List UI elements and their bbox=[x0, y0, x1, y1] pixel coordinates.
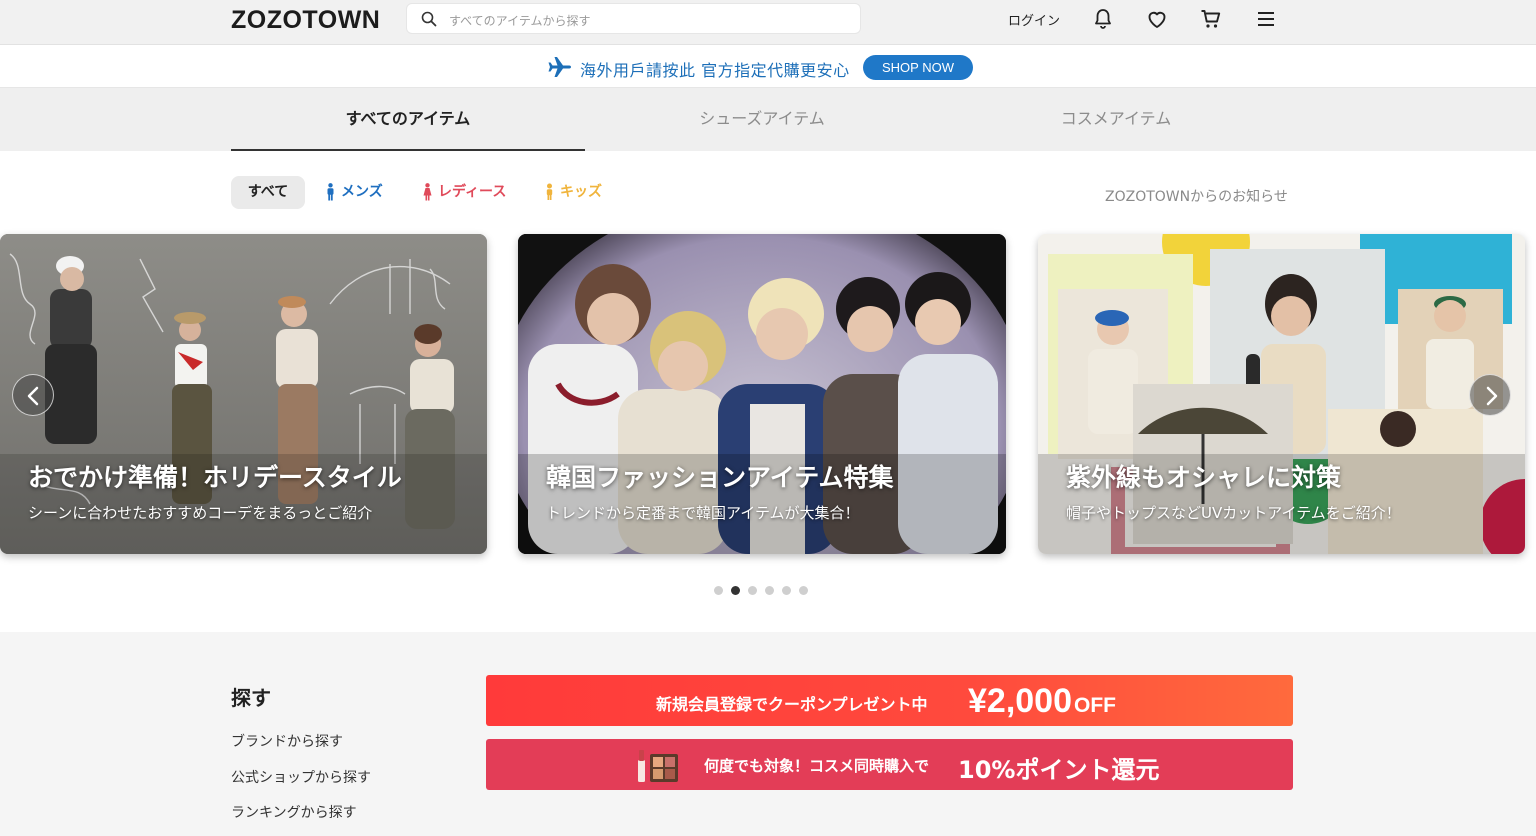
find-by-ranking-link[interactable]: ランキングから探す bbox=[231, 802, 357, 822]
carousel-dot-6[interactable] bbox=[799, 586, 808, 595]
cosmetics-icon bbox=[638, 750, 678, 782]
cart-icon[interactable] bbox=[1199, 7, 1223, 31]
heart-icon[interactable] bbox=[1145, 7, 1169, 31]
search-icon bbox=[421, 11, 437, 27]
coupon-banner-amount: ¥2,000OFF bbox=[968, 682, 1116, 721]
carousel-dot-5[interactable] bbox=[782, 586, 791, 595]
chevron-left-icon bbox=[27, 386, 39, 406]
carousel-slide-uv-protection[interactable]: 紫外線もオシャレに対策 帽子やトップスなどUVカットアイテムをご紹介！ bbox=[1038, 234, 1525, 554]
search-input[interactable]: すべてのアイテムから探す bbox=[406, 3, 861, 34]
site-logo[interactable]: ZOZOTOWN bbox=[231, 6, 380, 35]
woman-icon bbox=[423, 183, 432, 201]
promo-text: 海外用戶請按此 官方指定代購更安心 bbox=[580, 61, 850, 80]
search-placeholder: すべてのアイテムから探す bbox=[449, 14, 591, 28]
shop-now-button[interactable]: SHOP NOW bbox=[863, 55, 973, 80]
filter-mens[interactable]: メンズ bbox=[326, 176, 383, 209]
carousel-slide-korean-fashion[interactable]: 韓国ファッションアイテム特集 トレンドから定番まで韓国アイテムが大集合！ bbox=[518, 234, 1006, 554]
carousel-dot-3[interactable] bbox=[748, 586, 757, 595]
coupon-amount: ¥2,000 bbox=[968, 682, 1072, 720]
carousel-slide-holiday[interactable]: おでかけ準備！ホリデースタイル シーンに合わせたおすすめコーデをまるっとご紹介 bbox=[0, 234, 487, 554]
find-by-brand-link[interactable]: ブランドから探す bbox=[231, 731, 343, 751]
slide-uv-protection-title: 紫外線もオシャレに対策 bbox=[1066, 463, 1342, 492]
cosme-points-banner[interactable]: 何度でも対象！コスメ同時購入で 10%ポイント還元 bbox=[486, 739, 1293, 790]
slide-holiday-subtitle: シーンに合わせたおすすめコーデをまるっとご紹介 bbox=[28, 504, 373, 522]
slide-uv-protection-subtitle: 帽子やトップスなどUVカットアイテムをご紹介！ bbox=[1066, 504, 1401, 522]
cosme-banner-highlight: 10%ポイント還元 bbox=[958, 756, 1160, 784]
carousel-pagination bbox=[714, 580, 816, 595]
login-link[interactable]: ログイン bbox=[1008, 10, 1060, 29]
chevron-right-icon bbox=[1486, 386, 1498, 406]
filter-kids[interactable]: キッズ bbox=[545, 176, 602, 209]
carousel-dot-1[interactable] bbox=[714, 586, 723, 595]
coupon-banner[interactable]: 新規会員登録でクーポンプレゼント中 ¥2,000OFF bbox=[486, 675, 1293, 726]
filter-all[interactable]: すべて bbox=[231, 176, 305, 209]
category-tabs: すべてのアイテム シューズアイテム コスメアイテム bbox=[0, 88, 1536, 151]
man-icon bbox=[327, 183, 334, 201]
tab-cosme-items[interactable]: コスメアイテム bbox=[939, 88, 1293, 151]
kid-icon bbox=[546, 183, 553, 200]
tab-shoes-items[interactable]: シューズアイテム bbox=[585, 88, 939, 151]
header: ZOZOTOWN すべてのアイテムから探す ログイン bbox=[0, 0, 1536, 45]
notice-link[interactable]: ZOZOTOWNからのお知らせ bbox=[1105, 186, 1288, 206]
bell-icon[interactable] bbox=[1091, 7, 1115, 31]
slide-korean-fashion-title: 韓国ファッションアイテム特集 bbox=[546, 463, 894, 492]
filter-mens-label: メンズ bbox=[341, 184, 383, 200]
carousel-prev-button[interactable] bbox=[12, 374, 54, 416]
find-by-official-shop-link[interactable]: 公式ショップから探す bbox=[231, 767, 371, 787]
carousel-dot-4[interactable] bbox=[765, 586, 774, 595]
find-heading: 探す bbox=[231, 686, 271, 710]
menu-icon[interactable] bbox=[1254, 7, 1278, 31]
airplane-icon bbox=[548, 57, 571, 77]
slide-holiday-title: おでかけ準備！ホリデースタイル bbox=[28, 463, 402, 492]
coupon-banner-text: 新規会員登録でクーポンプレゼント中 bbox=[656, 695, 928, 714]
cosme-banner-text: 何度でも対象！コスメ同時購入で bbox=[704, 757, 930, 775]
carousel-dot-2[interactable] bbox=[731, 586, 740, 595]
bottom-section: 探す ブランドから探す 公式ショップから探す ランキングから探す 新規会員登録で… bbox=[0, 632, 1536, 836]
carousel-next-button[interactable] bbox=[1469, 374, 1511, 416]
coupon-suffix: OFF bbox=[1074, 694, 1116, 717]
filter-all-label: すべて bbox=[247, 184, 289, 200]
filter-ladies-label: レディース bbox=[438, 184, 507, 200]
tab-all-items[interactable]: すべてのアイテム bbox=[231, 88, 585, 151]
filter-ladies[interactable]: レディース bbox=[423, 176, 506, 209]
filter-kids-label: キッズ bbox=[560, 184, 602, 200]
slide-korean-fashion-subtitle: トレンドから定番まで韓国アイテムが大集合！ bbox=[546, 504, 860, 522]
overseas-promo-bar[interactable]: 海外用戶請按此 官方指定代購更安心 SHOP NOW bbox=[0, 46, 1536, 88]
